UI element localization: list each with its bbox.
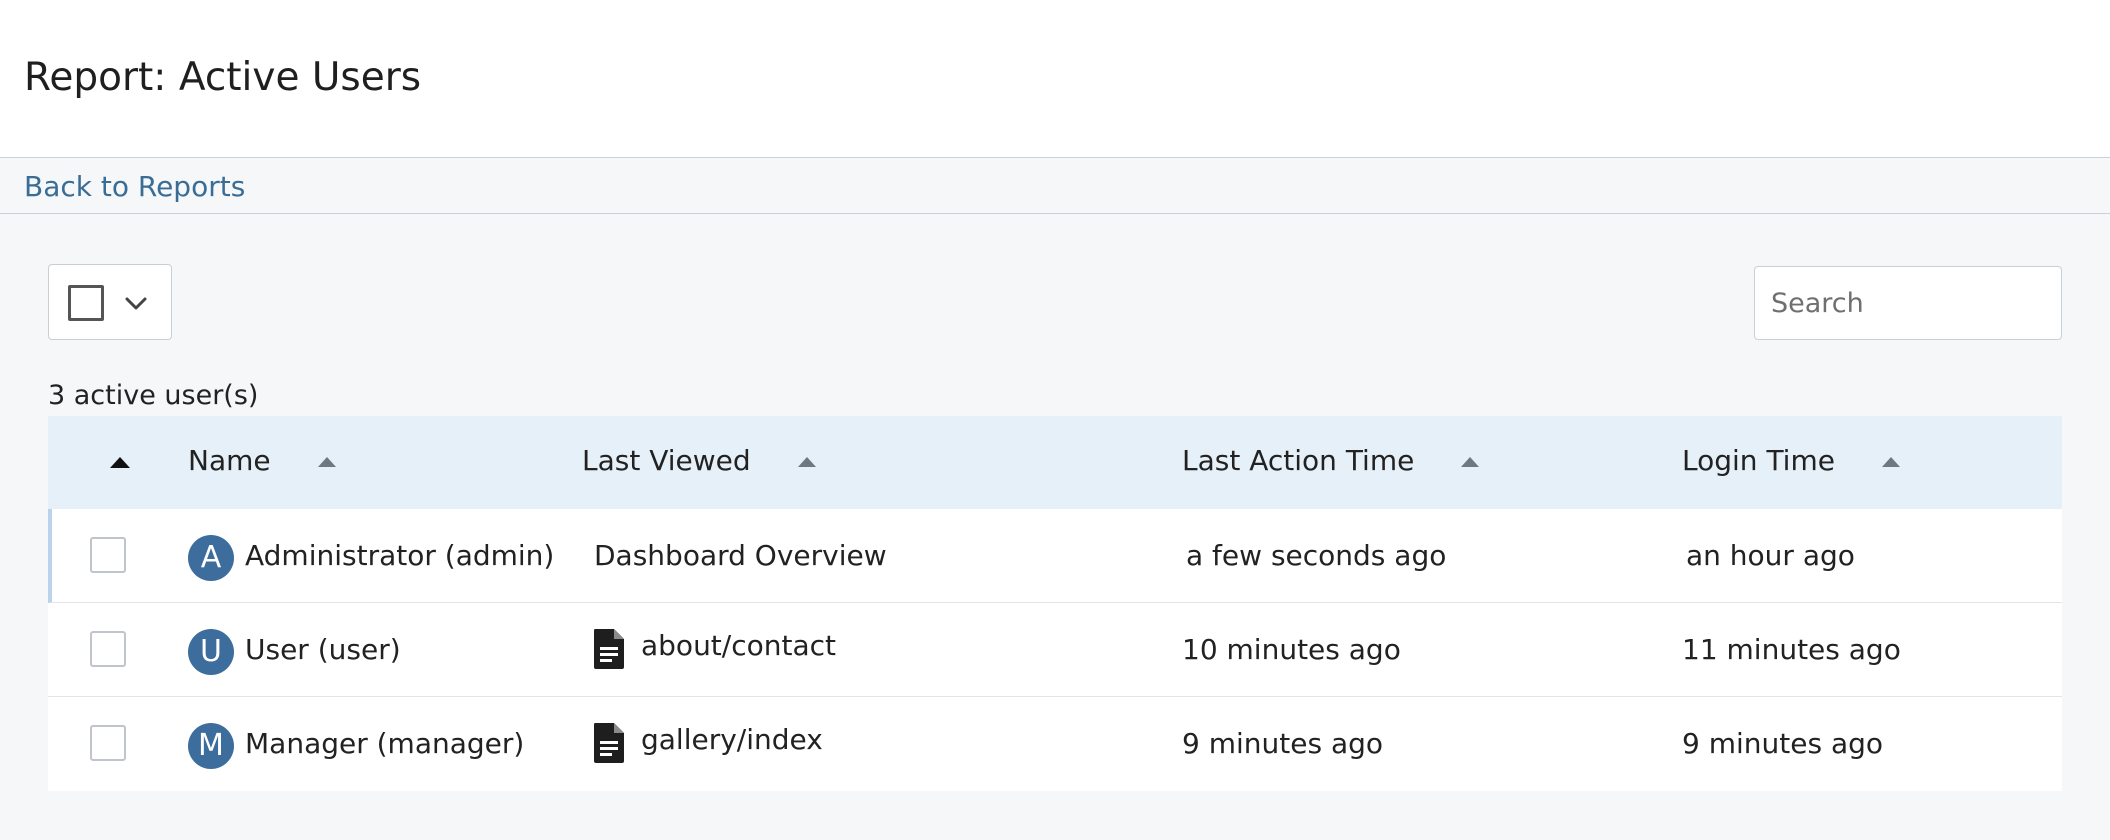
column-header-login-time[interactable]: Login Time [1682,444,1900,477]
last-viewed-page[interactable]: Dashboard Overview [594,539,887,572]
sort-ascending-icon[interactable] [797,457,816,467]
column-header-last-viewed[interactable]: Last Viewed [582,444,816,477]
active-users-table: Name Last Viewed Last Action Time Login … [48,416,2062,791]
table-header: Name Last Viewed Last Action Time Login … [48,416,2062,509]
column-label-name: Name [188,444,271,477]
column-header-last-action-time[interactable]: Last Action Time [1182,444,1480,477]
user-name: User (user) [245,633,401,666]
avatar: U [188,629,234,675]
column-header-name[interactable]: Name [188,444,336,477]
last-action-time: a few seconds ago [1186,539,1447,572]
sort-ascending-icon[interactable] [1461,457,1480,467]
column-label-last-action-time: Last Action Time [1182,444,1415,477]
active-user-count: 3 active user(s) [48,380,259,411]
document-icon [594,629,624,669]
last-viewed-page[interactable]: about/contact [641,629,836,662]
select-all-checkbox[interactable] [68,285,104,321]
table-row[interactable]: U User (user) about/contact 10 minutes a… [48,603,2062,697]
column-label-login-time: Login Time [1682,444,1835,477]
last-viewed-page[interactable]: gallery/index [641,723,823,756]
last-action-time: 9 minutes ago [1182,727,1384,760]
back-to-reports-link[interactable]: Back to Reports [24,170,245,203]
page-header: Report: Active Users [0,0,2110,158]
sort-ascending-icon[interactable] [317,457,336,467]
login-time: an hour ago [1686,539,1855,572]
search-input[interactable] [1754,266,2062,340]
document-icon [594,723,624,763]
sort-selection-icon[interactable] [110,457,130,468]
user-name: Administrator (admin) [245,539,555,572]
chevron-down-icon [125,297,147,310]
user-name: Manager (manager) [245,727,525,760]
row-checkbox[interactable] [90,725,126,761]
row-checkbox[interactable] [90,631,126,667]
row-checkbox[interactable] [90,537,126,573]
bulk-select-button[interactable] [48,264,172,340]
avatar: M [188,723,234,769]
column-label-last-viewed: Last Viewed [582,444,751,477]
table-row[interactable]: M Manager (manager) gallery/index 9 minu… [48,697,2062,791]
avatar: A [188,535,234,581]
last-action-time: 10 minutes ago [1182,633,1401,666]
table-row[interactable]: A Administrator (admin) Dashboard Overvi… [48,509,2062,603]
login-time: 9 minutes ago [1682,727,1884,760]
page-title: Report: Active Users [24,55,422,100]
sub-navigation: Back to Reports [0,159,2110,214]
sort-ascending-icon[interactable] [1881,457,1900,467]
login-time: 11 minutes ago [1682,633,1901,666]
